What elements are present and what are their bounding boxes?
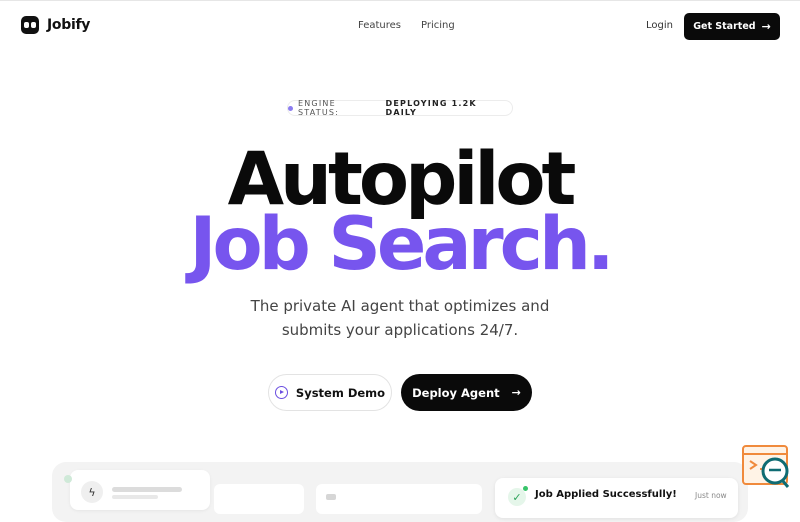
preview-card (214, 484, 304, 514)
preview-card (316, 484, 482, 514)
brand-logo[interactable]: Jobify (21, 16, 90, 34)
hero-subtitle-line1: The private AI agent that optimizes and (250, 297, 550, 315)
get-started-button[interactable]: Get Started → (684, 13, 780, 40)
top-border (0, 0, 800, 1)
logo-icon (21, 16, 39, 34)
arrow-right-icon: → (511, 386, 521, 399)
system-demo-button[interactable]: System Demo (268, 374, 392, 411)
system-demo-label: System Demo (295, 385, 386, 400)
nav-links: Features Pricing (358, 20, 455, 31)
brand-name: Jobify (47, 17, 91, 33)
preview-placeholder-bar (112, 487, 182, 492)
get-started-label: Get Started (693, 21, 756, 32)
play-icon (274, 386, 288, 399)
chat-widget-icon[interactable] (742, 445, 790, 490)
arrow-right-icon: → (761, 20, 771, 33)
notification-time: Just now (695, 491, 727, 500)
engine-status-badge: ENGINE STATUS: DEPLOYING 1.2K DAILY (287, 99, 513, 117)
nav-link-pricing[interactable]: Pricing (421, 20, 455, 31)
status-value: DEPLOYING 1.2K DAILY (385, 99, 477, 117)
deploy-agent-label: Deploy Agent (412, 385, 500, 400)
status-dot-icon (288, 105, 293, 111)
login-link[interactable]: Login (646, 20, 673, 31)
hero-subtitle: The private AI agent that optimizes and … (200, 294, 600, 342)
notification-title: Job Applied Successfully! (535, 489, 677, 500)
preview-card-icon (326, 494, 336, 500)
online-dot-icon (523, 486, 528, 491)
status-label: ENGINE STATUS: (297, 99, 340, 117)
preview-status-dot (64, 475, 72, 483)
preview-placeholder-bar (112, 495, 158, 499)
hero-title-line2: Job Search. (189, 202, 614, 287)
hero-subtitle-line2: submits your applications 24/7. (281, 321, 519, 339)
deploy-agent-button[interactable]: Deploy Agent → (401, 374, 532, 411)
nav-link-features[interactable]: Features (358, 20, 401, 31)
